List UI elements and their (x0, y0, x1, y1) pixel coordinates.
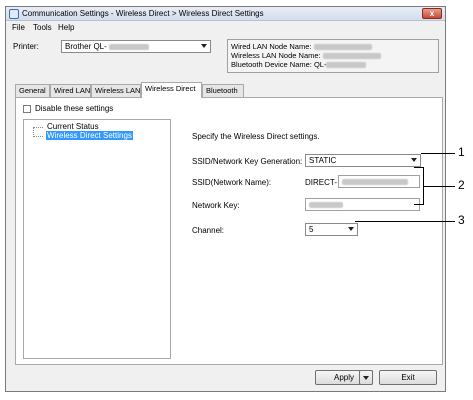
network-key-value-redacted (309, 201, 343, 208)
exit-label: Exit (401, 373, 415, 382)
disable-settings-checkbox[interactable] (23, 105, 31, 113)
window-title: Communication Settings - Wireless Direct… (22, 9, 264, 18)
callout-3: 3 (458, 213, 465, 227)
ssid-key-generation-value: STATIC (309, 156, 337, 165)
ssid-prefix: DIRECT- (305, 178, 337, 187)
chevron-down-icon (348, 227, 354, 231)
bluetooth-device-name: Bluetooth Device Name: QL- (231, 60, 327, 69)
printer-label: Printer: (13, 42, 39, 51)
chevron-down-icon (411, 158, 417, 162)
settings-description: Specify the Wireless Direct settings. (192, 132, 320, 141)
menu-help[interactable]: Help (58, 23, 74, 32)
ssid-key-generation-label: SSID/Network Key Generation: (192, 157, 303, 166)
channel-label: Channel: (192, 226, 225, 235)
channel-dropdown[interactable]: 5 (305, 223, 358, 236)
wired-lan-node-value-redacted (313, 44, 372, 51)
ssid-field[interactable] (338, 175, 420, 188)
channel-value: 5 (309, 225, 314, 234)
tree-item-current-status[interactable]: Current Status (46, 122, 100, 131)
chevron-down-icon (201, 44, 207, 48)
printer-model-redacted (109, 43, 150, 50)
ssid-key-generation-dropdown[interactable]: STATIC (305, 154, 421, 167)
menu-bar: File Tools Help (6, 22, 445, 33)
settings-tree: Current Status Wireless Direct Settings (23, 119, 171, 359)
callout-line-2 (424, 186, 455, 187)
callout-bracket-2 (414, 167, 424, 205)
ssid-label: SSID(Network Name): (192, 178, 272, 187)
close-button[interactable]: x (422, 8, 442, 19)
settings-panel: Disable these settings Current Status Wi… (15, 97, 443, 365)
callout-2: 2 (458, 178, 465, 192)
tree-item-wireless-direct-settings[interactable]: Wireless Direct Settings (46, 131, 133, 140)
printer-dropdown[interactable]: Brother QL- (61, 40, 211, 53)
callout-1: 1 (458, 145, 465, 159)
network-key-label: Network Key: (192, 201, 240, 210)
disable-settings-label: Disable these settings (35, 104, 114, 113)
wireless-lan-node-name: Wireless LAN Node Name: (231, 51, 321, 60)
chevron-down-icon (363, 376, 369, 380)
ssid-value-redacted (342, 178, 408, 185)
printer-value: Brother QL- (65, 42, 107, 51)
tab-general[interactable]: General (15, 84, 50, 97)
tab-wireless-lan[interactable]: Wireless LAN (91, 84, 141, 97)
node-info-box: Wired LAN Node Name: Wireless LAN Node N… (227, 39, 439, 73)
title-bar: Communication Settings - Wireless Direct… (6, 7, 445, 21)
callout-line-3 (355, 221, 455, 222)
callout-line-1 (421, 153, 455, 154)
tree-connector (33, 136, 43, 137)
network-key-field[interactable] (305, 198, 420, 211)
apply-dropdown-button[interactable] (359, 370, 373, 385)
communication-settings-window: Communication Settings - Wireless Direct… (5, 6, 446, 392)
menu-tools[interactable]: Tools (33, 23, 52, 32)
tab-bluetooth[interactable]: Bluetooth (202, 84, 244, 97)
tab-wired-lan[interactable]: Wired LAN (50, 84, 91, 97)
app-icon (9, 9, 19, 19)
menu-file[interactable]: File (12, 23, 25, 32)
wireless-lan-node-value-redacted (322, 53, 381, 60)
tab-wireless-direct[interactable]: Wireless Direct (141, 82, 202, 98)
exit-button[interactable]: Exit (379, 370, 437, 385)
apply-label: Apply (333, 373, 354, 382)
wired-lan-node-name: Wired LAN Node Name: (231, 42, 312, 51)
bluetooth-device-value-redacted (326, 62, 367, 69)
